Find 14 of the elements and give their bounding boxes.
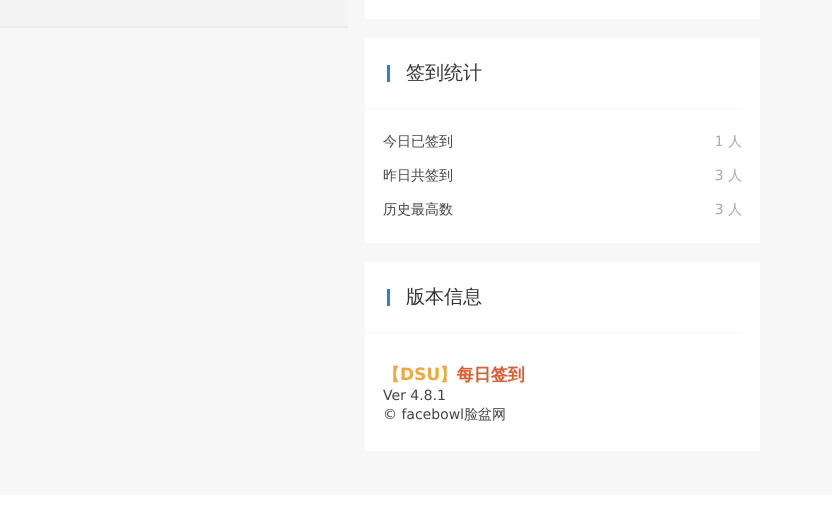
stat-label: 今日已签到 <box>383 133 453 152</box>
plugin-tag: 【DSU】 <box>383 365 458 385</box>
plugin-name: 每日签到 <box>457 365 526 385</box>
stat-value: 3 人 <box>714 201 742 220</box>
stat-label: 昨日共签到 <box>383 167 453 186</box>
stat-value: 3 人 <box>714 167 742 186</box>
card-title: 版本信息 <box>406 285 482 310</box>
stat-label: 历史最高数 <box>383 201 453 220</box>
accent-bar <box>387 64 390 82</box>
copyright-text: © facebowl脸盆网 <box>383 406 508 425</box>
card-title: 签到统计 <box>406 61 482 86</box>
stat-value: 1 人 <box>714 133 742 152</box>
accent-bar <box>387 288 390 306</box>
version-text: Ver 4.8.1 <box>383 387 447 406</box>
